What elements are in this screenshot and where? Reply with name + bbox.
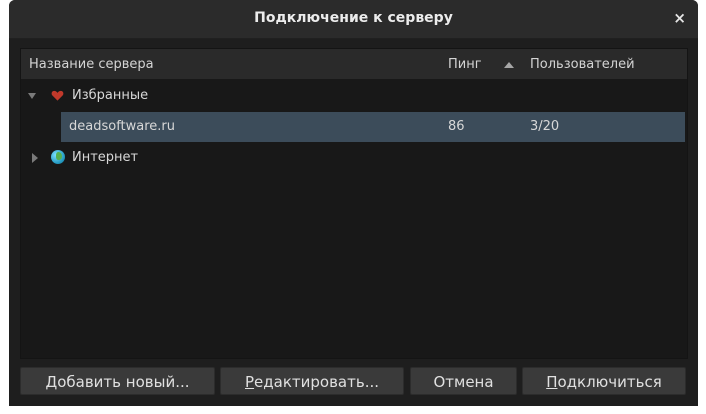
server-users: 3/20	[530, 119, 560, 134]
table-row[interactable]: deadsoftware.ru 86 3/20	[61, 112, 685, 142]
edit-button[interactable]: Редактировать...	[220, 367, 404, 395]
add-new-button[interactable]: Добавить новый...	[20, 367, 215, 395]
server-ping: 86	[448, 119, 465, 134]
globe-icon	[51, 150, 65, 164]
group-label: Интернет	[72, 150, 139, 165]
column-header-users[interactable]: Пользователей	[530, 57, 635, 72]
table-header: Название сервера Пинг Пользователей	[21, 49, 687, 79]
server-tree[interactable]: Название сервера Пинг Пользователей Избр…	[20, 48, 688, 359]
expander-open-icon[interactable]	[28, 93, 36, 99]
titlebar: Подключение к серверу ×	[9, 0, 698, 39]
connect-dialog: Подключение к серверу × Название сервера…	[9, 0, 698, 406]
dialog-title: Подключение к серверу	[254, 10, 453, 26]
close-icon[interactable]: ×	[673, 9, 686, 27]
column-header-ping[interactable]: Пинг	[448, 57, 482, 72]
column-header-name[interactable]: Название сервера	[29, 57, 154, 72]
cancel-button[interactable]: Отмена	[410, 367, 517, 395]
heart-icon	[51, 90, 64, 101]
group-label: Избранные	[72, 88, 149, 103]
expander-closed-icon[interactable]	[32, 153, 38, 163]
connect-button[interactable]: Подключиться	[522, 367, 686, 395]
group-row-favorites[interactable]: Избранные	[21, 81, 687, 111]
server-name: deadsoftware.ru	[69, 119, 176, 134]
group-row-internet[interactable]: Интернет	[21, 143, 687, 173]
sort-ascending-icon	[504, 62, 514, 68]
